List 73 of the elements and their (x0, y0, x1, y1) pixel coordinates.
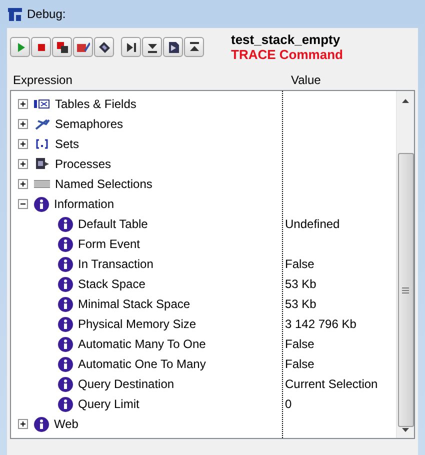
info-icon (58, 216, 73, 232)
expand-toggle[interactable] (18, 419, 28, 429)
info-icon (58, 376, 73, 392)
tree-item[interactable]: Semaphores (55, 117, 124, 131)
tree-item[interactable]: Web (54, 417, 78, 431)
run-button[interactable] (10, 37, 30, 57)
info-icon (58, 276, 73, 292)
stop-button[interactable] (31, 37, 51, 57)
edit-icon (76, 40, 90, 54)
value-text: 0 (284, 397, 292, 411)
expand-toggle[interactable] (18, 119, 28, 129)
expand-toggle[interactable] (18, 139, 28, 149)
list-icon (34, 179, 50, 189)
app-icon (8, 8, 22, 20)
tree-item[interactable]: Form Event (78, 237, 140, 251)
tree-item[interactable]: Query Destination (78, 377, 174, 391)
tree-item[interactable]: Sets (55, 137, 80, 151)
info-icon (58, 356, 73, 372)
table-icon (34, 99, 50, 109)
value-text: False (284, 257, 314, 271)
info-icon (58, 316, 73, 332)
collapse-toggle[interactable] (18, 199, 28, 209)
edit-button[interactable] (73, 37, 93, 57)
info-icon (34, 416, 49, 432)
value-text: 3 142 796 Kb (284, 317, 356, 331)
step-into-button[interactable] (142, 37, 162, 57)
tree-item[interactable]: Automatic Many To One (78, 337, 206, 351)
flag-icon (34, 117, 50, 131)
value-text: 53 Kb (284, 297, 316, 311)
tree-item[interactable]: Minimal Stack Space (78, 297, 190, 311)
step-out-button[interactable] (184, 37, 204, 57)
info-icon (58, 396, 73, 412)
method-name: test_stack_empty (231, 32, 342, 47)
scroll-up-icon (402, 99, 409, 103)
value-text: Undefined (284, 217, 340, 231)
disk-button[interactable] (94, 37, 114, 57)
abort-icon (56, 40, 68, 54)
process-icon (34, 157, 50, 171)
info-icon (58, 296, 73, 312)
command-name: TRACE Command (231, 47, 343, 62)
expand-toggle[interactable] (18, 99, 28, 109)
document-icon (166, 40, 180, 54)
window-title: Debug: (27, 7, 66, 21)
info-icon (58, 256, 73, 272)
step-icon (124, 40, 138, 54)
value-text: False (284, 357, 314, 371)
tree-item[interactable]: Information (54, 197, 114, 211)
step-out-icon (188, 40, 200, 54)
step-button[interactable] (121, 37, 141, 57)
document-button[interactable] (163, 37, 183, 57)
value-text: False (284, 337, 314, 351)
tree-item[interactable]: Processes (55, 157, 112, 171)
info-icon (34, 196, 49, 212)
tree-item[interactable]: Tables & Fields (55, 97, 136, 111)
tree-item[interactable]: Physical Memory Size (78, 317, 196, 331)
info-icon (58, 236, 73, 252)
expand-toggle[interactable] (18, 159, 28, 169)
expand-toggle[interactable] (18, 179, 28, 189)
tree-item[interactable]: Automatic One To Many (78, 357, 206, 371)
tree-item[interactable]: In Transaction (78, 257, 154, 271)
column-header[interactable]: Value (285, 73, 411, 87)
tree-item[interactable]: Named Selections (55, 177, 152, 191)
abort-button[interactable] (52, 37, 72, 57)
tree-item[interactable]: Stack Space (78, 277, 146, 291)
tree-item[interactable]: Query Limit (78, 397, 140, 411)
value-text: Current Selection (284, 377, 378, 391)
tree-item[interactable]: Default Table (78, 217, 148, 231)
grip-icon (402, 286, 409, 294)
info-icon (58, 336, 73, 352)
scrollbar[interactable] (396, 91, 414, 438)
brackets-icon (34, 139, 50, 149)
value-text: 53 Kb (284, 277, 316, 291)
column-header[interactable]: Expression (7, 73, 285, 87)
